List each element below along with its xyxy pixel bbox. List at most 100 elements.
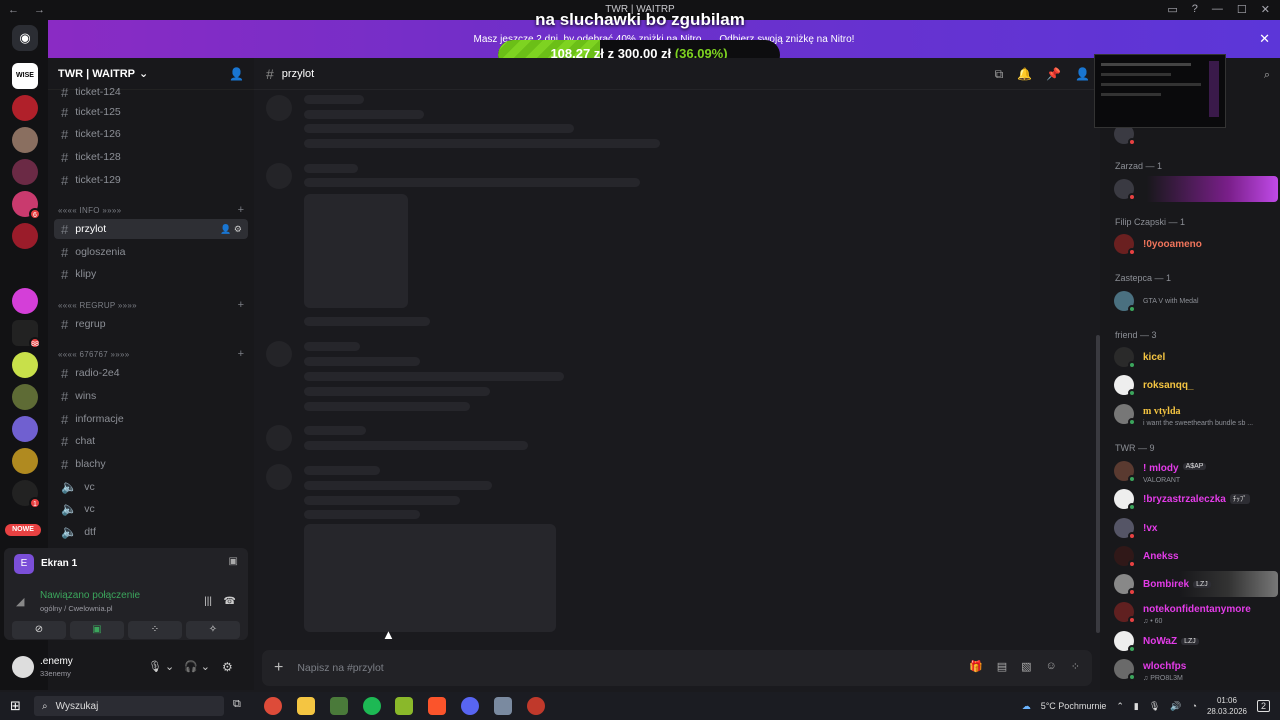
- notification-bell-icon[interactable]: 🔔: [1017, 67, 1032, 82]
- invite-icon[interactable]: 👤: [229, 67, 244, 81]
- stop-stream-icon[interactable]: ▣: [229, 556, 238, 567]
- channel-item-active[interactable]: # przylot 👤 ⚙: [54, 219, 248, 239]
- server-icon[interactable]: [12, 288, 38, 314]
- activities-button[interactable]: ⁘: [128, 621, 182, 639]
- server-icon[interactable]: [12, 95, 38, 121]
- task-view-icon[interactable]: ⧉: [233, 698, 241, 711]
- server-wise-icon[interactable]: WISE: [12, 63, 38, 89]
- add-attachment-icon[interactable]: +: [274, 659, 283, 677]
- app-icon[interactable]: [395, 697, 413, 715]
- avatar[interactable]: [12, 656, 34, 678]
- server-icon[interactable]: [12, 448, 38, 474]
- clock[interactable]: 01:06 28.03.2026: [1207, 695, 1247, 717]
- battery-icon[interactable]: ▮: [1134, 701, 1139, 712]
- server-icon[interactable]: [12, 159, 38, 185]
- voice-channel-item[interactable]: 🔈 vc: [54, 499, 248, 519]
- soundboard-button[interactable]: ✧: [186, 621, 240, 639]
- member-item[interactable]: !bryzastrzaleczka ﾁｯﾌﾟ: [1114, 486, 1278, 512]
- channel-item[interactable]: # ticket-128: [54, 147, 248, 167]
- members-icon[interactable]: 👤: [1075, 67, 1090, 82]
- add-channel-icon[interactable]: +: [238, 299, 244, 311]
- member-item[interactable]: Anekss: [1114, 543, 1278, 569]
- taskbar-search[interactable]: ⌕ Wyszukaj: [34, 696, 224, 716]
- disconnect-icon[interactable]: ☎: [224, 596, 236, 607]
- member-item[interactable]: Bombirek LZJ: [1114, 571, 1278, 597]
- channel-item[interactable]: # ticket-125: [54, 102, 248, 122]
- member-item[interactable]: ! mlody A$AP VALORANT: [1114, 458, 1278, 484]
- noise-suppression-icon[interactable]: |||: [204, 596, 212, 607]
- close-banner-icon[interactable]: ✕: [1259, 31, 1270, 47]
- channel-item[interactable]: # wins: [54, 386, 248, 406]
- server-icon[interactable]: 88: [12, 320, 41, 349]
- member-item[interactable]: [1114, 176, 1278, 202]
- discord-taskbar-icon[interactable]: [461, 697, 479, 715]
- server-icon[interactable]: 1: [12, 480, 41, 509]
- channel-item[interactable]: # chat: [54, 431, 248, 451]
- member-item[interactable]: kicel: [1114, 344, 1278, 370]
- member-item[interactable]: roksanqq_: [1114, 372, 1278, 398]
- minecraft-icon[interactable]: [330, 697, 348, 715]
- chrome-icon[interactable]: [264, 697, 282, 715]
- notification-icon[interactable]: 2: [1256, 700, 1270, 712]
- voice-channel-item[interactable]: 🔈 vc: [54, 477, 248, 497]
- discord-home-icon[interactable]: ◉: [12, 25, 38, 51]
- member-item[interactable]: notekonfidentanymore ♫ • 60: [1114, 599, 1278, 625]
- channel-item[interactable]: # informacje: [54, 409, 248, 429]
- channel-item[interactable]: # ticket-126: [54, 124, 248, 144]
- channel-item[interactable]: # ogloszenia: [54, 242, 248, 262]
- channel-item[interactable]: # klipy: [54, 264, 248, 284]
- signal-icon[interactable]: ◢: [16, 595, 24, 608]
- volume-icon[interactable]: 🔊: [1170, 701, 1181, 712]
- channel-settings-icon[interactable]: 👤 ⚙: [220, 224, 242, 235]
- voice-server[interactable]: ogólny / Cwelownia.pl: [40, 604, 113, 613]
- channel-item[interactable]: # regrup: [54, 314, 248, 334]
- windows-start-icon[interactable]: ⊞: [10, 698, 21, 714]
- tray-chevron-icon[interactable]: ⌃: [1116, 701, 1124, 712]
- channel-item[interactable]: # ticket-129: [54, 170, 248, 190]
- mic-tray-icon[interactable]: 🎙: [1149, 701, 1160, 712]
- server-icon[interactable]: [12, 384, 38, 410]
- headphones-icon[interactable]: 🎧 ⌄: [184, 660, 210, 673]
- file-explorer-icon[interactable]: [297, 697, 315, 715]
- add-channel-icon[interactable]: +: [238, 204, 244, 216]
- category-info[interactable]: «««« INFO »»»»: [58, 206, 121, 215]
- app-icon[interactable]: [527, 697, 545, 715]
- stream-preview-thumbnail[interactable]: [1094, 54, 1226, 128]
- threads-icon[interactable]: ⧉: [995, 67, 1004, 82]
- channel-item[interactable]: # radio-2e4: [54, 363, 248, 383]
- username[interactable]: .enemy: [40, 656, 73, 667]
- brave-icon[interactable]: [428, 697, 446, 715]
- member-item[interactable]: NoWaZ LZJ: [1114, 628, 1278, 654]
- weather-text[interactable]: 5°C Pochmurnie: [1041, 701, 1107, 711]
- screen-share-button[interactable]: ▣: [70, 621, 124, 639]
- member-item[interactable]: !vx: [1114, 515, 1278, 541]
- channel-item[interactable]: # blachy: [54, 454, 248, 474]
- connection-status[interactable]: Nawiązano połączenie: [40, 590, 140, 601]
- message-composer[interactable]: + Napisz na #przylot 🎁 ▤ ▧ ☺ ⁘: [262, 650, 1092, 686]
- sticker-icon[interactable]: ▧: [1021, 660, 1031, 673]
- wifi-icon[interactable]: ◔: [1192, 701, 1197, 711]
- spotify-icon[interactable]: [363, 697, 381, 715]
- emoji-icon[interactable]: ☺: [1046, 660, 1057, 673]
- add-channel-icon[interactable]: +: [238, 348, 244, 360]
- settings-gear-icon[interactable]: ⚙: [222, 660, 233, 674]
- apps-icon[interactable]: ⁘: [1071, 660, 1080, 673]
- member-item[interactable]: m vtylda i want the sweethearth bundle sb…: [1114, 401, 1278, 427]
- voice-channel-item[interactable]: 🔈 dtf: [54, 522, 248, 542]
- channel-item[interactable]: # ticket-124: [54, 82, 248, 102]
- category-676767[interactable]: «««« 676767 »»»»: [58, 350, 130, 359]
- member-item[interactable]: wlochfps ♫ PRO8L3M: [1114, 656, 1278, 682]
- server-icon[interactable]: [12, 223, 38, 249]
- server-icon[interactable]: [12, 127, 38, 153]
- pin-icon[interactable]: 📌: [1046, 67, 1061, 82]
- server-icon[interactable]: 6: [12, 191, 41, 220]
- category-regrup[interactable]: «««« REGRUP »»»»: [58, 301, 137, 310]
- microphone-icon[interactable]: 🎙 ⌄: [148, 660, 174, 673]
- search-icon[interactable]: ⌕: [1264, 69, 1270, 82]
- server-icon[interactable]: [12, 352, 38, 378]
- gift-icon[interactable]: 🎁: [969, 660, 983, 673]
- member-item[interactable]: !0yooameno: [1114, 231, 1278, 257]
- app-icon[interactable]: [494, 697, 512, 715]
- member-item[interactable]: GTA V with Medal: [1114, 288, 1278, 314]
- camera-off-button[interactable]: ⊘: [12, 621, 66, 639]
